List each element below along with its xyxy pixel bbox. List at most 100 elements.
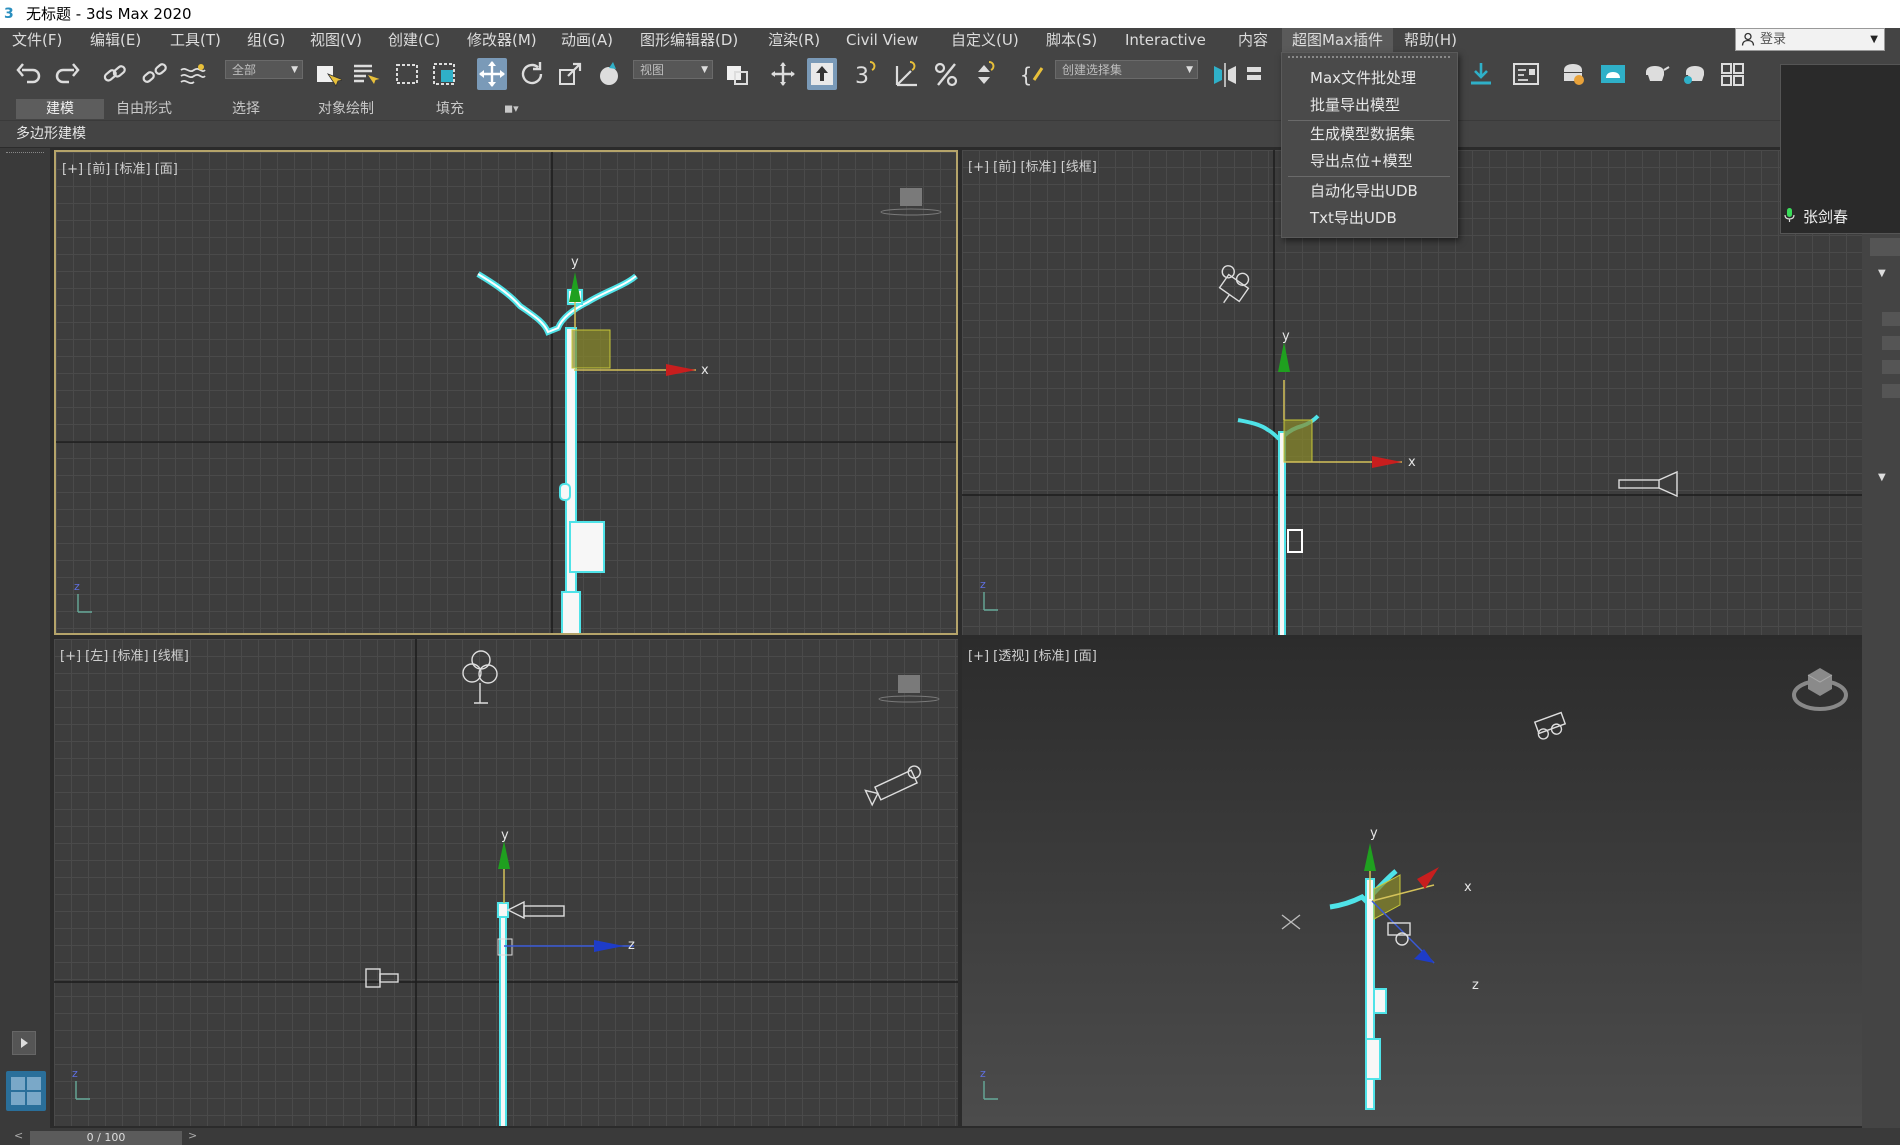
link-icon[interactable] [100,58,130,90]
schematic-view-icon[interactable] [1511,58,1541,90]
select-by-name-icon[interactable] [350,58,380,90]
panel-button[interactable] [1882,312,1900,326]
menu-bar: 文件(F) 编辑(E) 工具(T) 组(G) 视图(V) 创建(C) 修改器(M… [0,28,1900,52]
render-to-texture-icon[interactable] [1466,58,1496,90]
bind-space-warp-icon[interactable] [178,58,208,90]
menu-tearoff[interactable] [1288,56,1450,58]
viewport-perspective[interactable]: [+] [透视] [标准] [面] x y z z [962,639,1866,1126]
menu-item-batch-export-model[interactable]: 批量导出模型 [1310,94,1400,116]
menu-customize[interactable]: 自定义(U) [951,28,1019,52]
user-icon [1741,32,1755,46]
menu-tools[interactable]: 工具(T) [170,28,221,52]
axis-y-label: y [571,255,579,270]
named-selection-dropdown[interactable]: 创建选择集 ▼ [1055,60,1198,79]
tripod-z-label: z [72,1067,78,1080]
menu-supermap-plugin[interactable]: 超图Max插件 [1282,28,1394,52]
panel-tab[interactable] [1870,238,1900,256]
play-icon [21,1038,28,1048]
select-object-icon[interactable] [312,58,345,90]
viewport-front-shaded[interactable]: [+] [前] [标准] [面] x y z [54,150,958,635]
panel-button[interactable] [1882,336,1900,350]
axis-x-label: x [1408,455,1416,470]
tab-object-paint[interactable]: 对象绘制 [318,99,374,119]
reference-coord-dropdown[interactable]: 视图 ▼ [633,60,713,79]
pivot-center-icon[interactable] [722,58,752,90]
ribbon-options-icon[interactable]: ◼▾ [504,99,519,119]
window-crossing-icon[interactable] [430,58,460,90]
selection-filter-dropdown[interactable]: 全部 ▼ [225,60,303,79]
viewport-layout-tab[interactable] [6,1071,46,1111]
tab-modeling[interactable]: 建模 [16,99,104,119]
command-panel: ▼ ▼ [1862,232,1900,1128]
next-frame-icon[interactable]: > [188,1129,197,1142]
menu-edit[interactable]: 编辑(E) [90,28,141,52]
menu-animation[interactable]: 动画(A) [561,28,613,52]
rollout-arrow-icon[interactable]: ▼ [1878,472,1886,483]
video-call-preview[interactable]: 张剑春 [1780,64,1900,234]
unlink-icon[interactable] [140,58,170,90]
viewport-grid-icon [11,1077,41,1105]
mirror-icon[interactable] [1210,58,1240,90]
menu-rendering[interactable]: 渲染(R) [768,28,820,52]
menu-help[interactable]: 帮助(H) [1404,28,1457,52]
rendered-frame-window-icon[interactable] [1598,58,1628,90]
rollout-arrow-icon[interactable]: ▼ [1878,268,1886,279]
spinner-snap-icon[interactable] [970,58,1000,90]
expand-button[interactable] [12,1031,36,1055]
menu-view[interactable]: 视图(V) [310,28,362,52]
rotate-icon[interactable] [517,58,547,90]
login-field[interactable]: 登录 ▼ [1735,28,1885,51]
chevron-down-icon: ▼ [701,65,708,75]
render-iterative-icon[interactable] [1680,58,1710,90]
chevron-down-icon: ▼ [291,65,298,75]
tab-selection[interactable]: 选择 [232,99,260,119]
viewport-layout-icon[interactable] [1718,58,1748,90]
menu-item-generate-dataset[interactable]: 生成模型数据集 [1310,123,1415,145]
panel-button[interactable] [1882,360,1900,374]
snap-toggle-icon[interactable]: 3 [852,58,882,90]
tab-populate[interactable]: 填充 [436,99,464,119]
menu-separator [1288,176,1450,177]
angle-snap-icon[interactable] [892,58,922,90]
menu-modifiers[interactable]: 修改器(M) [467,28,537,52]
tripod-z-label: z [980,1067,986,1080]
redo-icon[interactable] [52,58,82,90]
tab-freeform[interactable]: 自由形式 [116,99,172,119]
menu-item-txt-export-udb[interactable]: Txt导出UDB [1310,207,1397,229]
undo-icon[interactable] [14,58,44,90]
menu-file[interactable]: 文件(F) [12,28,62,52]
render-setup-icon[interactable] [1558,58,1588,90]
keyboard-shortcut-override-icon[interactable] [807,58,837,90]
menu-content[interactable]: 内容 [1238,28,1268,52]
prev-frame-icon[interactable]: < [14,1129,23,1142]
menu-group[interactable]: 组(G) [247,28,285,52]
align-icon[interactable] [1244,58,1262,90]
login-label: 登录 [1760,32,1787,47]
placement-icon[interactable] [595,58,625,90]
app-icon: 3 [4,6,14,22]
percent-snap-icon[interactable] [932,58,962,90]
panel-button[interactable] [1882,384,1900,398]
polygon-modeling-label[interactable]: 多边形建模 [16,123,86,145]
select-manipulate-icon[interactable] [768,58,798,90]
time-slider[interactable]: 0 / 100 [30,1131,182,1145]
menu-item-max-batch[interactable]: Max文件批处理 [1310,67,1416,89]
menu-graph-editors[interactable]: 图形编辑器(D) [640,28,738,52]
ribbon-tabs: 建模 自由形式 选择 对象绘制 填充 ◼▾ [0,98,1900,120]
menu-scripting[interactable]: 脚本(S) [1046,28,1097,52]
move-icon[interactable] [477,58,507,90]
status-bar: < > [0,1128,1900,1145]
user-name: 张剑春 [1803,208,1849,226]
viewport-left-wireframe[interactable]: [+] [左] [标准] [线框] z y z [54,639,958,1126]
scale-icon[interactable] [556,58,586,90]
menu-item-auto-export-udb[interactable]: 自动化导出UDB [1310,180,1418,202]
axis-x-label: x [1464,880,1472,895]
menu-interactive[interactable]: Interactive [1125,28,1206,52]
named-selection-edit-icon[interactable]: { [1018,58,1048,90]
menu-civil-view[interactable]: Civil View [846,28,918,52]
menu-item-export-points-model[interactable]: 导出点位+模型 [1310,150,1413,172]
render-production-icon[interactable] [1640,58,1670,90]
axis-z-label: z [628,938,635,953]
rectangle-selection-icon[interactable] [392,58,422,90]
menu-create[interactable]: 创建(C) [388,28,440,52]
